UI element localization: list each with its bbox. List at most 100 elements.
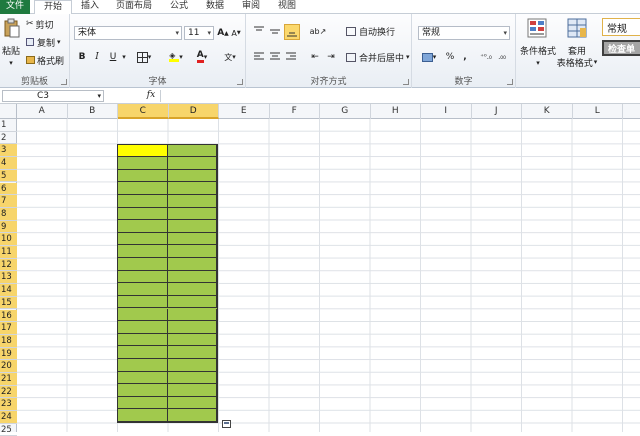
cell-d11[interactable] <box>167 245 217 259</box>
font-color-button[interactable]: A ▾ <box>192 50 212 64</box>
selected-range-c3-d24[interactable] <box>117 143 218 423</box>
style-normal-cell[interactable]: 常规 <box>602 18 640 36</box>
column-header-d[interactable]: D <box>168 104 219 119</box>
cell-d3[interactable] <box>167 144 217 158</box>
cell-c4[interactable] <box>118 157 168 170</box>
row-header-15[interactable]: 15 <box>0 296 17 310</box>
cell-c20[interactable] <box>118 358 168 372</box>
cell-d24[interactable] <box>167 409 217 422</box>
select-all-corner[interactable] <box>0 104 17 119</box>
tab-review[interactable]: 审阅 <box>236 0 266 14</box>
underline-button[interactable]: U <box>106 50 120 64</box>
row-header-18[interactable]: 18 <box>0 334 17 348</box>
cell-c3[interactable] <box>118 144 168 158</box>
tab-file[interactable]: 文件 <box>0 0 30 14</box>
comma-button[interactable]: , <box>460 50 470 64</box>
cell-d8[interactable] <box>167 207 217 221</box>
column-header-h[interactable]: H <box>371 104 421 119</box>
increase-indent-button[interactable]: ⇥ <box>324 50 338 64</box>
conditional-format-icon[interactable] <box>526 17 548 39</box>
tab-formulas[interactable]: 公式 <box>164 0 194 14</box>
cell-d4[interactable] <box>167 157 217 170</box>
row-header-19[interactable]: 19 <box>0 347 17 361</box>
cell-c21[interactable] <box>118 371 168 385</box>
borders-button[interactable]: ▾ <box>136 50 152 64</box>
align-bottom-button[interactable] <box>284 24 300 40</box>
column-header-l[interactable]: L <box>573 104 623 119</box>
format-painter-button[interactable]: 格式刷 <box>26 54 64 67</box>
cell-d21[interactable] <box>167 371 217 385</box>
tab-view[interactable]: 视图 <box>272 0 302 14</box>
cell-d9[interactable] <box>167 220 217 233</box>
orientation-button[interactable]: ab↗ <box>308 24 328 38</box>
tab-data[interactable]: 数据 <box>200 0 230 14</box>
cell-c15[interactable] <box>118 295 168 309</box>
cell-c22[interactable] <box>118 384 168 397</box>
cell-d16[interactable] <box>167 308 217 322</box>
align-right-button[interactable] <box>284 50 298 64</box>
align-middle-button[interactable] <box>268 24 282 38</box>
decrease-indent-button[interactable]: ⇤ <box>308 50 322 64</box>
underline-dropdown-icon[interactable]: ▾ <box>120 50 128 64</box>
row-header-7[interactable]: 7 <box>0 195 17 208</box>
grow-font-button[interactable]: A ▲ <box>217 26 229 40</box>
tab-insert[interactable]: 插入 <box>76 0 104 14</box>
cell-d18[interactable] <box>167 333 217 347</box>
clipboard-launcher-icon[interactable] <box>61 79 67 85</box>
fill-color-button[interactable]: ◈ ▾ <box>166 50 186 64</box>
column-header-b[interactable]: B <box>68 104 118 119</box>
cell-d15[interactable] <box>167 295 217 309</box>
cell-d13[interactable] <box>167 270 217 284</box>
cell-d5[interactable] <box>167 169 217 183</box>
column-header-a[interactable]: A <box>17 104 68 119</box>
paste-icon[interactable] <box>1 17 23 39</box>
cell-c9[interactable] <box>118 220 168 233</box>
cell-d20[interactable] <box>167 358 217 372</box>
column-header-k[interactable]: K <box>522 104 573 119</box>
column-header-c[interactable]: C <box>118 104 169 119</box>
accounting-format-button[interactable]: ▾ <box>418 50 440 64</box>
format-as-table-label[interactable]: 套用 <box>560 44 594 57</box>
tab-page-layout[interactable]: 页面布局 <box>110 0 158 14</box>
name-box[interactable]: C3 ▾ <box>2 90 104 102</box>
bold-button[interactable]: B <box>76 50 88 64</box>
row-header-24[interactable]: 24 <box>0 411 17 424</box>
cell-c8[interactable] <box>118 207 168 221</box>
cell-c24[interactable] <box>118 409 168 422</box>
row-header-14[interactable]: 14 <box>0 284 17 297</box>
cell-c12[interactable] <box>118 258 168 271</box>
cell-d10[interactable] <box>167 232 217 246</box>
shrink-font-button[interactable]: A ▼ <box>230 26 242 40</box>
percent-button[interactable]: % <box>444 50 456 64</box>
row-header-6[interactable]: 6 <box>0 182 17 196</box>
column-header-g[interactable]: G <box>320 104 371 119</box>
row-header-25[interactable]: 25 <box>0 424 17 436</box>
row-header-22[interactable]: 22 <box>0 385 17 399</box>
cell-grid[interactable] <box>17 119 640 432</box>
cell-d19[interactable] <box>167 346 217 359</box>
row-header-1[interactable]: 1 <box>0 119 17 132</box>
cell-d6[interactable] <box>167 182 217 195</box>
row-header-5[interactable]: 5 <box>0 169 17 183</box>
align-left-button[interactable] <box>252 50 266 64</box>
font-name-select[interactable]: 宋体 ▾ <box>74 26 182 40</box>
align-top-button[interactable] <box>252 24 266 38</box>
cell-d17[interactable] <box>167 321 217 334</box>
row-header-9[interactable]: 9 <box>0 220 17 234</box>
row-header-4[interactable]: 4 <box>0 157 17 170</box>
row-header-11[interactable]: 11 <box>0 246 17 259</box>
row-header-23[interactable]: 23 <box>0 398 17 412</box>
column-header-j[interactable]: J <box>472 104 522 119</box>
column-header-i[interactable]: I <box>421 104 472 119</box>
cut-button[interactable]: ✂ 剪切 <box>26 18 54 31</box>
cell-d7[interactable] <box>167 195 217 208</box>
paste-dropdown-icon[interactable]: ▾ <box>0 58 22 68</box>
cell-c13[interactable] <box>118 270 168 284</box>
number-launcher-icon[interactable] <box>507 79 513 85</box>
conditional-format-button[interactable]: 条件格式 <box>518 44 558 57</box>
number-format-select[interactable]: 常规 ▾ <box>418 26 510 40</box>
column-header-f[interactable]: F <box>270 104 320 119</box>
cell-d23[interactable] <box>167 396 217 410</box>
cell-c19[interactable] <box>118 346 168 359</box>
cell-c10[interactable] <box>118 232 168 246</box>
